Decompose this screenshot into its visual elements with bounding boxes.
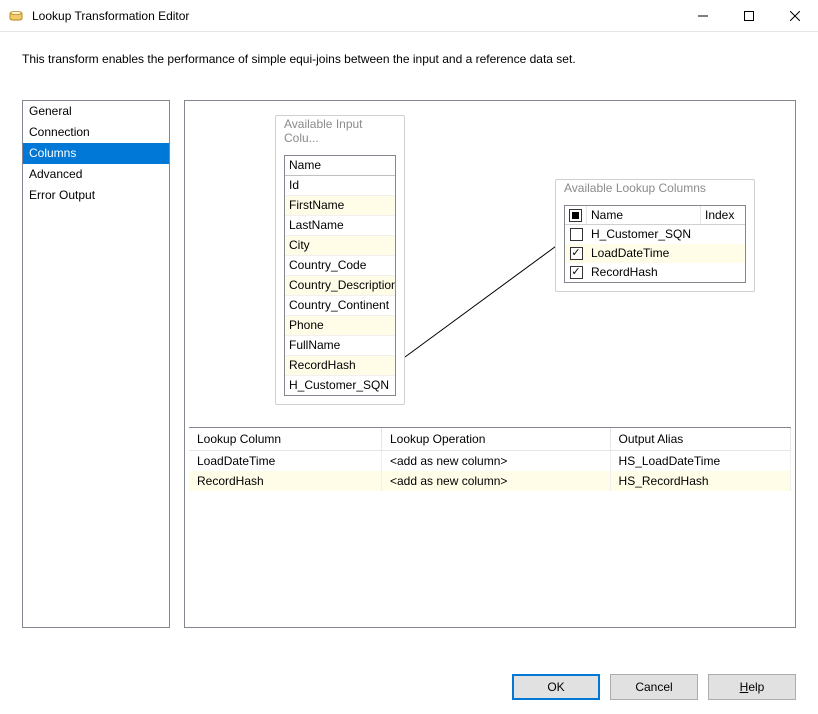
cancel-button[interactable]: Cancel [610,674,698,700]
mapping-header-row: Lookup Column Lookup Operation Output Al… [189,428,791,451]
mapping-row[interactable]: RecordHash<add as new column>HS_RecordHa… [189,471,791,491]
input-column-row[interactable]: H_Customer_SQN [285,376,395,395]
mapping-cell-output-alias[interactable]: HS_RecordHash [610,471,790,491]
sidebar: GeneralConnectionColumnsAdvancedError Ou… [22,100,170,628]
lookup-row-checkbox[interactable] [570,247,583,260]
input-column-row[interactable]: LastName [285,216,395,236]
input-column-row[interactable]: Country_Code [285,256,395,276]
select-all-checkbox[interactable] [569,209,582,222]
lookup-column-row[interactable]: H_Customer_SQN [565,225,745,244]
sidebar-item-columns[interactable]: Columns [23,143,169,164]
mapping-row[interactable]: LoadDateTime<add as new column>HS_LoadDa… [189,451,791,472]
sidebar-item-error-output[interactable]: Error Output [23,185,169,206]
minimize-button[interactable] [680,0,726,31]
sidebar-item-advanced[interactable]: Advanced [23,164,169,185]
input-column-row[interactable]: Country_Continent [285,296,395,316]
lookup-row-index [701,244,745,263]
mapping-cell-lookup-operation[interactable]: <add as new column> [381,471,610,491]
mapping-header-lookup-column: Lookup Column [189,428,381,451]
lookup-row-index [701,263,745,282]
description-text: This transform enables the performance o… [0,32,818,100]
lookup-row-index [701,225,745,244]
lookup-columns-title: Available Lookup Columns [556,179,754,201]
input-column-row[interactable]: Phone [285,316,395,336]
lookup-header-index: Index [701,206,745,224]
window-title: Lookup Transformation Editor [32,9,680,23]
lookup-row-name: H_Customer_SQN [587,225,701,244]
mapping-cell-lookup-column[interactable]: RecordHash [189,471,381,491]
input-column-row[interactable]: Id [285,176,395,196]
mapping-grid[interactable]: Lookup Column Lookup Operation Output Al… [189,427,791,627]
input-columns-title: Available Input Colu... [276,115,404,151]
window-buttons [680,0,818,31]
available-input-columns-box[interactable]: Available Input Colu... Name IdFirstName… [275,115,405,405]
lookup-column-row[interactable]: LoadDateTime [565,244,745,263]
sidebar-item-connection[interactable]: Connection [23,122,169,143]
mapping-cell-lookup-column[interactable]: LoadDateTime [189,451,381,472]
input-column-row[interactable]: Country_Description [285,276,395,296]
help-button[interactable]: Help [708,674,796,700]
close-button[interactable] [772,0,818,31]
mapping-header-lookup-operation: Lookup Operation [381,428,610,451]
available-lookup-columns-box[interactable]: Available Lookup Columns Name Index H_Cu… [555,179,755,292]
lookup-columns-header: Name Index [565,206,745,225]
lookup-row-checkbox[interactable] [570,266,583,279]
dialog-footer: OK Cancel Help [512,674,796,700]
lookup-row-checkbox[interactable] [570,228,583,241]
lookup-columns-list[interactable]: Name Index H_Customer_SQNLoadDateTimeRec… [564,205,746,283]
input-column-row[interactable]: RecordHash [285,356,395,376]
ok-button[interactable]: OK [512,674,600,700]
input-column-row[interactable]: FullName [285,336,395,356]
input-columns-list[interactable]: Name IdFirstNameLastNameCityCountry_Code… [284,155,396,396]
main-panel: Available Input Colu... Name IdFirstName… [184,100,796,628]
mapping-cell-output-alias[interactable]: HS_LoadDateTime [610,451,790,472]
sidebar-item-general[interactable]: General [23,101,169,122]
diagram-area: Available Input Colu... Name IdFirstName… [185,101,795,427]
titlebar: Lookup Transformation Editor [0,0,818,32]
lookup-row-name: LoadDateTime [587,244,701,263]
input-columns-header: Name [285,156,395,176]
maximize-button[interactable] [726,0,772,31]
input-column-row[interactable]: FirstName [285,196,395,216]
lookup-row-name: RecordHash [587,263,701,282]
mapping-cell-lookup-operation[interactable]: <add as new column> [381,451,610,472]
lookup-column-row[interactable]: RecordHash [565,263,745,282]
lookup-header-name: Name [587,206,701,224]
mapping-header-output-alias: Output Alias [610,428,790,451]
app-icon [8,8,24,24]
input-column-row[interactable]: City [285,236,395,256]
